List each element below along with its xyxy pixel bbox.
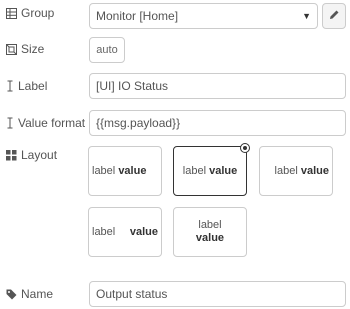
group-label: Group bbox=[6, 6, 54, 20]
layout-option-col-center[interactable]: label value bbox=[173, 207, 247, 257]
layout-option-value: value bbox=[195, 232, 225, 244]
layout-option-row-right[interactable]: label value bbox=[259, 146, 333, 196]
layout-option-value: value bbox=[118, 165, 147, 177]
group-label-text: Group bbox=[21, 6, 55, 20]
value-format-input[interactable]: {{msg.payload}} bbox=[89, 110, 346, 136]
layout-option-row-left[interactable]: label value bbox=[88, 146, 162, 196]
name-input[interactable]: Output status bbox=[89, 281, 346, 307]
label-input[interactable]: [UI] IO Status bbox=[89, 73, 346, 99]
layout-option-value: value bbox=[129, 226, 158, 238]
grid-icon bbox=[6, 149, 17, 161]
layout-option-value: value bbox=[300, 165, 329, 177]
label-label-text: Label bbox=[18, 79, 48, 93]
size-button-value: auto bbox=[96, 44, 118, 56]
label-input-value: [UI] IO Status bbox=[96, 79, 169, 93]
size-label-text: Size bbox=[21, 42, 45, 56]
layout-option-label: label bbox=[274, 165, 298, 177]
value-format-input-value: {{msg.payload}} bbox=[96, 116, 181, 130]
value-format-label: Value format bbox=[6, 116, 85, 130]
name-input-value: Output status bbox=[96, 287, 168, 301]
layout-option-row-center[interactable]: label value bbox=[173, 143, 250, 196]
layout-label-text: Layout bbox=[21, 148, 58, 162]
table-icon bbox=[6, 7, 17, 19]
layout-label: Layout bbox=[6, 148, 57, 162]
layout-option-label: label bbox=[182, 165, 207, 177]
tag-icon bbox=[6, 289, 17, 300]
edit-group-button[interactable] bbox=[322, 3, 346, 29]
text-cursor-icon bbox=[6, 80, 14, 92]
size-label: Size bbox=[6, 42, 44, 56]
pencil-icon bbox=[329, 9, 340, 23]
name-label-text: Name bbox=[21, 287, 54, 301]
layout-option-label: label bbox=[92, 165, 116, 177]
chevron-down-icon: ▼ bbox=[302, 11, 311, 21]
layout-option-row-spread[interactable]: label value bbox=[88, 207, 162, 257]
label-label: Label bbox=[6, 79, 47, 93]
layout-option-label: label bbox=[198, 219, 222, 231]
group-select[interactable]: Monitor [Home] ▼ bbox=[89, 3, 318, 29]
resize-icon bbox=[6, 43, 17, 55]
text-cursor-icon bbox=[6, 117, 14, 129]
group-select-value: Monitor [Home] bbox=[96, 9, 179, 23]
value-format-label-text: Value format bbox=[18, 116, 86, 130]
size-button[interactable]: auto bbox=[89, 37, 125, 63]
selected-radio-icon bbox=[240, 143, 250, 153]
layout-option-label: label bbox=[92, 226, 116, 238]
name-label: Name bbox=[6, 287, 53, 301]
layout-option-value: value bbox=[209, 165, 238, 177]
